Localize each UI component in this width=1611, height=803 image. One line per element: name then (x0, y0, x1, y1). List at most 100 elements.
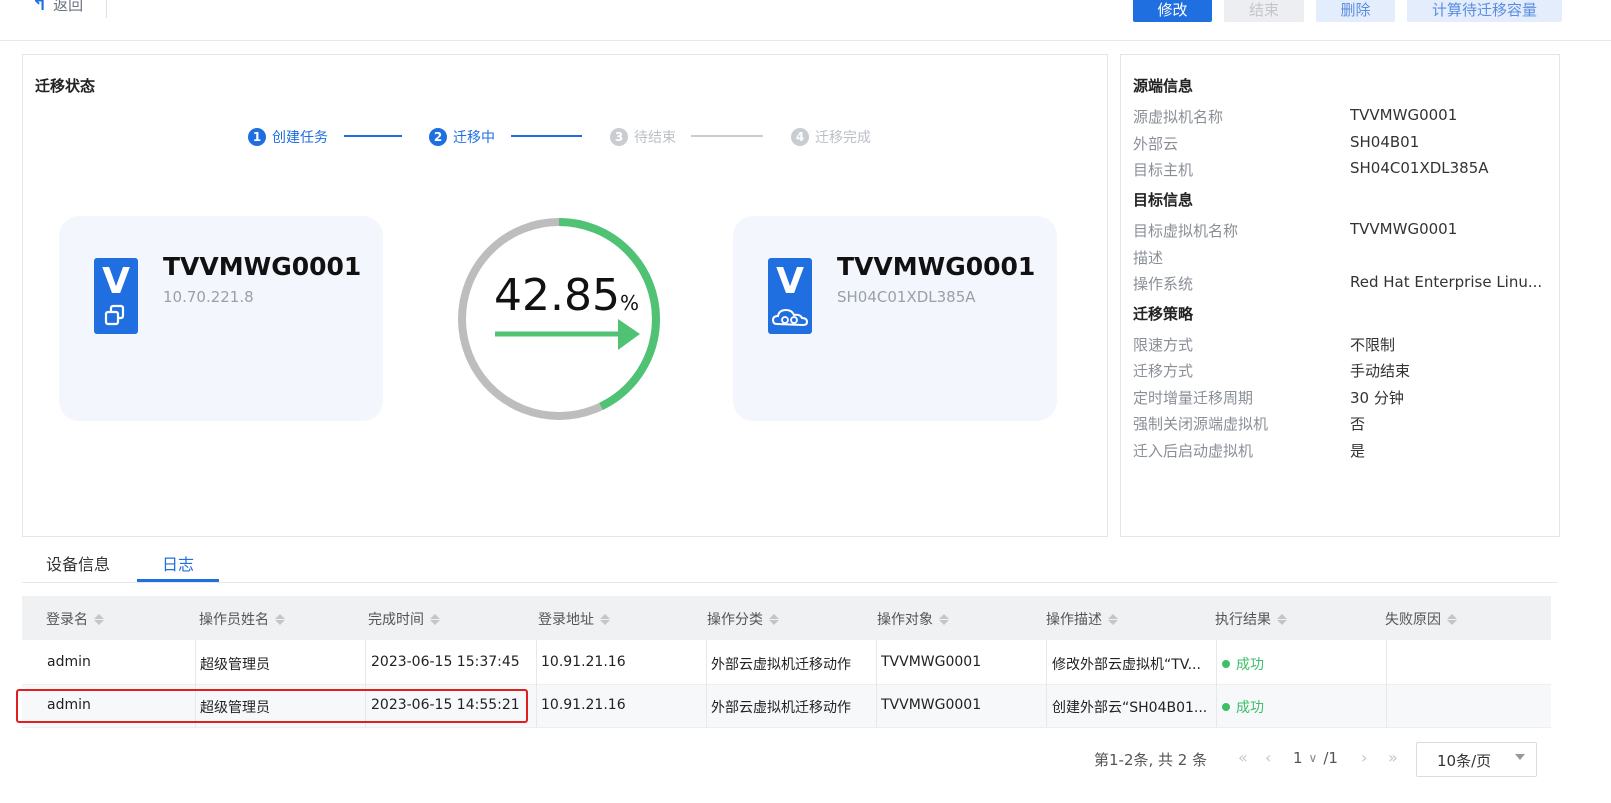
modify-button[interactable]: 修改 (1133, 0, 1212, 22)
column-operation-category[interactable]: 操作分类 (707, 609, 779, 629)
cell-operation-object: TVVMWG0001 (881, 697, 982, 713)
step-migrating: 2 迁移中 (429, 127, 495, 147)
source-vm-name: TVVMWG0001 (163, 252, 362, 281)
step-connector (344, 135, 402, 137)
source-vm-name-label: 源虚拟机名称 (1133, 108, 1224, 126)
status-dot-icon (1222, 703, 1230, 711)
column-label: 完成时间 (368, 612, 424, 628)
incremental-period-label: 定时增量迁移周期 (1133, 389, 1254, 407)
vmware-vm-icon: V (768, 258, 812, 334)
sort-icon[interactable] (939, 613, 949, 625)
column-divider (1216, 640, 1217, 727)
force-shutdown-label: 强制关闭源端虚拟机 (1133, 415, 1269, 433)
column-label: 操作描述 (1046, 612, 1102, 628)
step-create-task: 1 创建任务 (248, 127, 328, 147)
prev-page-icon[interactable]: ‹ (1265, 748, 1271, 767)
cell-finish-time: 2023-06-15 15:37:45 (371, 654, 520, 670)
column-operator-name[interactable]: 操作员姓名 (199, 609, 285, 629)
vm-badge-letter: V (102, 261, 130, 302)
cell-operation-object: TVVMWG0001 (881, 654, 982, 670)
cell-login-name: admin (47, 654, 91, 670)
incremental-period-value: 30 分钟 (1350, 389, 1404, 407)
auto-start-label: 迁入后启动虚拟机 (1133, 442, 1254, 460)
external-cloud-label: 外部云 (1133, 135, 1179, 153)
pagination-summary: 第1-2条, 共 2 条 (1094, 751, 1208, 769)
calc-capacity-button[interactable]: 计算待迁移容量 (1407, 0, 1562, 22)
force-shutdown-value: 否 (1350, 415, 1366, 433)
target-host-value: SH04C01XDL385A (1350, 159, 1489, 177)
tabs-divider (22, 582, 1558, 583)
auto-start-value: 是 (1350, 442, 1366, 460)
column-finish-time[interactable]: 完成时间 (368, 609, 440, 629)
step-connector (691, 135, 763, 137)
caret-down-icon (1515, 754, 1525, 760)
next-page-icon[interactable]: › (1361, 748, 1367, 767)
sort-icon[interactable] (1447, 613, 1457, 625)
column-login-name[interactable]: 登录名 (46, 609, 104, 629)
sort-icon[interactable] (94, 613, 104, 625)
page-size-select[interactable]: 10条/页 (1416, 742, 1537, 777)
os-value: Red Hat Enterprise Linu... (1350, 273, 1543, 291)
page-selector[interactable]: 1 ∨ /1 (1293, 749, 1338, 767)
step-label: 待结束 (634, 130, 676, 146)
total-pages: /1 (1323, 749, 1338, 767)
sort-icon[interactable] (1277, 613, 1287, 625)
column-label: 执行结果 (1215, 612, 1271, 628)
column-divider (706, 640, 707, 727)
status-badge: 成功 (1222, 697, 1264, 717)
cell-operator-name: 超级管理员 (200, 657, 270, 673)
target-vm-name-value: TVVMWG0001 (1350, 220, 1458, 238)
vm-badge-letter: V (776, 261, 804, 302)
progress-readout: 42.85% (494, 270, 639, 321)
sort-icon[interactable] (769, 613, 779, 625)
tab-active-indicator (137, 579, 219, 582)
migration-mode-value: 手动结束 (1350, 362, 1411, 380)
target-vm-name-label: 目标虚拟机名称 (1133, 222, 1239, 240)
column-failure-reason[interactable]: 失败原因 (1385, 609, 1457, 629)
rate-limit-label: 限速方式 (1133, 336, 1194, 354)
back-label: 返回 (53, 0, 84, 14)
column-result[interactable]: 执行结果 (1215, 609, 1287, 629)
delete-button[interactable]: 删除 (1316, 0, 1395, 22)
target-vm-name: TVVMWG0001 (837, 252, 1036, 281)
column-operation-object[interactable]: 操作对象 (877, 609, 949, 629)
column-label: 操作员姓名 (199, 612, 269, 628)
arrow-right-icon (618, 319, 640, 350)
column-label: 操作对象 (877, 612, 933, 628)
step-number: 2 (429, 128, 447, 146)
source-vm-ip: 10.70.221.8 (163, 288, 254, 306)
progress-unit: % (619, 291, 639, 315)
policy-title: 迁移策略 (1133, 305, 1194, 323)
cell-operation-category: 外部云虚拟机迁移动作 (711, 700, 851, 716)
column-login-address[interactable]: 登录地址 (538, 609, 610, 629)
column-label: 操作分类 (707, 612, 763, 628)
step-number: 1 (248, 128, 266, 146)
last-page-icon[interactable]: » (1388, 748, 1398, 767)
tab-device-info[interactable]: 设备信息 (46, 551, 110, 575)
cell-operation-description: 修改外部云虚拟机“TV... (1052, 657, 1201, 673)
source-vm-name-value: TVVMWG0001 (1350, 106, 1458, 124)
migration-mode-label: 迁移方式 (1133, 362, 1194, 380)
external-cloud-value: SH04B01 (1350, 133, 1420, 151)
cell-operation-category: 外部云虚拟机迁移动作 (711, 657, 851, 673)
step-pending-finish: 3 待结束 (610, 127, 676, 147)
progress-value: 42.85 (494, 270, 620, 321)
column-divider (876, 640, 877, 727)
tab-log[interactable]: 日志 (162, 551, 194, 575)
first-page-icon[interactable]: « (1238, 748, 1248, 767)
sort-icon[interactable] (600, 613, 610, 625)
highlight-box (16, 689, 528, 723)
cloud-icon (771, 308, 809, 327)
migration-status-title: 迁移状态 (35, 77, 96, 95)
finish-button[interactable]: 结束 (1224, 0, 1304, 22)
toolbar-divider (106, 0, 107, 18)
column-operation-description[interactable]: 操作描述 (1046, 609, 1118, 629)
back-button[interactable]: ↰ 返回 (32, 0, 83, 15)
chevron-down-icon: ∨ (1308, 751, 1318, 765)
column-label: 失败原因 (1385, 612, 1441, 628)
sort-icon[interactable] (275, 613, 285, 625)
sort-icon[interactable] (430, 613, 440, 625)
sort-icon[interactable] (1108, 613, 1118, 625)
copy-icon (104, 304, 125, 326)
vmware-vm-icon: V (94, 258, 138, 334)
